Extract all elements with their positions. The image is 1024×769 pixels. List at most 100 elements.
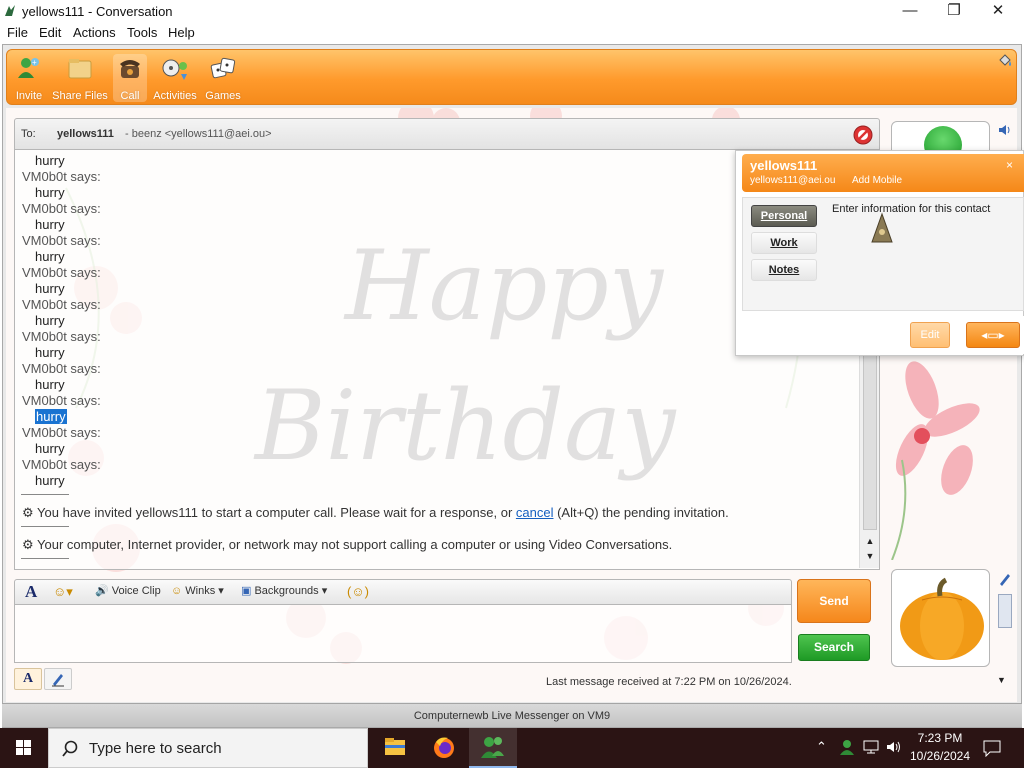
sender-line: VM0b0t says:	[22, 361, 101, 376]
network-notice: ⚙ Your computer, Internet provider, or n…	[22, 537, 673, 552]
folder-icon	[68, 59, 92, 79]
message-input[interactable]	[14, 605, 792, 663]
contact-email: yellows111@aei.ou	[750, 175, 836, 186]
taskbar: Type here to search ⌃ 7:23 PM 10/26/2024	[0, 728, 1024, 768]
firefox-icon[interactable]	[420, 728, 468, 768]
sender-line: VM0b0t says:	[22, 169, 101, 184]
messenger-tray-icon[interactable]	[838, 738, 856, 756]
phone-icon	[120, 60, 140, 78]
sender-line: VM0b0t says:	[22, 201, 101, 216]
status-bar: Computernewb Live Messenger on VM9	[2, 703, 1022, 727]
voice-clip-icon: 🔊	[95, 585, 109, 597]
cancel-link[interactable]: cancel	[516, 505, 554, 520]
backgrounds-icon: ▣	[241, 585, 252, 597]
maximize-button[interactable]: ❐	[932, 0, 976, 22]
volume-icon[interactable]	[885, 739, 903, 755]
clock-time[interactable]: 7:23 PM	[912, 731, 968, 745]
menu-file[interactable]: File	[7, 25, 28, 40]
my-display-picture[interactable]	[891, 569, 990, 667]
menu-help[interactable]: Help	[168, 25, 195, 40]
share-files-button[interactable]: Share Files	[51, 54, 109, 102]
separator	[21, 526, 69, 527]
nudge-button[interactable]: (☺)	[347, 584, 369, 599]
activities-icon	[162, 59, 187, 80]
sender-line: VM0b0t says:	[22, 393, 101, 408]
contact-name: yellows111	[750, 158, 818, 173]
menu-tools[interactable]: Tools	[127, 25, 157, 40]
watermark-birthday: Birthday	[255, 370, 676, 482]
tab-work[interactable]: Work	[751, 232, 817, 254]
separator	[21, 558, 69, 559]
window-title: yellows111 - Conversation	[22, 4, 173, 19]
games-icon	[210, 57, 236, 79]
messenger-icon	[481, 737, 504, 758]
scroll-up-arrow[interactable]: ▲	[863, 536, 877, 548]
title-bar: yellows111 - Conversation — ❐ ✕	[0, 0, 1024, 22]
font-tab[interactable]: A	[14, 668, 42, 690]
add-mobile-link[interactable]: Add Mobile	[852, 175, 902, 186]
message-text: hurry	[35, 281, 65, 296]
edit-contact-button[interactable]: Edit	[910, 322, 950, 348]
winks-button[interactable]: ☺ Winks ▾	[171, 584, 224, 597]
voice-clip-button[interactable]: 🔊 Voice Clip	[95, 584, 161, 597]
file-explorer-icon[interactable]	[371, 728, 419, 768]
watermark-happy: Happy	[345, 230, 664, 342]
recipient-name[interactable]: yellows111	[57, 128, 114, 140]
last-message-info: Last message received at 7:22 PM on 10/2…	[546, 676, 792, 688]
block-icon[interactable]	[853, 125, 873, 145]
sender-line: VM0b0t says:	[22, 265, 101, 280]
recipient-detail: - beenz <yellows111@aei.ou>	[125, 128, 272, 140]
games-button[interactable]: Games	[203, 54, 243, 102]
main-toolbar: + Invite Share Files Call Activities Gam…	[6, 49, 1017, 105]
network-icon[interactable]	[862, 739, 880, 755]
minimize-button[interactable]: —	[888, 0, 932, 22]
info-icon: ⚙	[22, 537, 34, 552]
invite-button[interactable]: + Invite	[11, 54, 47, 102]
windows-start-icon[interactable]	[0, 728, 48, 768]
backgrounds-button[interactable]: ▣ Backgrounds ▾	[241, 584, 327, 597]
recipient-bar: To: yellows111 - beenz <yellows111@aei.o…	[14, 118, 880, 150]
call-button[interactable]: Call	[113, 54, 147, 102]
tab-personal[interactable]: Personal	[751, 205, 817, 227]
search-placeholder: Type here to search	[89, 740, 222, 757]
tab-notes[interactable]: Notes	[751, 259, 817, 281]
message-text: hurry	[35, 473, 65, 488]
message-text: hurry	[35, 377, 65, 392]
handwriting-tab[interactable]	[44, 668, 72, 690]
font-button[interactable]: A	[25, 582, 37, 602]
emoticon-button[interactable]: ☺▾	[53, 584, 73, 600]
search-button[interactable]: Search	[798, 634, 870, 661]
notifications-icon[interactable]	[982, 739, 1002, 757]
wink-icon: ☺	[171, 585, 183, 597]
message-text: hurry	[35, 313, 65, 328]
close-button[interactable]: ✕	[976, 0, 1020, 22]
taskbar-search[interactable]: Type here to search	[48, 728, 368, 768]
paint-bucket-icon[interactable]	[997, 53, 1013, 69]
messenger-taskbar-button[interactable]	[469, 728, 517, 768]
scroll-down-arrow[interactable]: ▼	[997, 675, 1006, 685]
message-text: hurry	[35, 185, 65, 200]
tray-chevron-icon[interactable]: ⌃	[816, 739, 827, 755]
expand-card-button[interactable]: ◂▭▸	[966, 322, 1020, 348]
message-text: hurry	[35, 153, 65, 168]
send-button[interactable]: Send	[797, 579, 871, 623]
edit-icon[interactable]	[997, 571, 1013, 587]
clock-date[interactable]: 10/26/2024	[904, 749, 976, 763]
sender-line: VM0b0t says:	[22, 329, 101, 344]
menu-actions[interactable]: Actions	[73, 25, 116, 40]
message-text: hurry	[35, 217, 65, 232]
speaker-icon[interactable]	[997, 122, 1013, 138]
separator	[21, 494, 69, 495]
activities-button[interactable]: Activities	[151, 54, 199, 102]
close-card-button[interactable]: ×	[1006, 158, 1013, 172]
zoom-slider[interactable]	[998, 594, 1012, 628]
sender-line: VM0b0t says:	[22, 233, 101, 248]
pumpkin-picture	[900, 577, 984, 660]
menu-edit[interactable]: Edit	[39, 25, 61, 40]
message-text: hurry	[35, 345, 65, 360]
selected-text: hurry	[35, 409, 67, 424]
scroll-down-arrow[interactable]: ▼	[863, 551, 877, 563]
message-text: hurry	[35, 409, 67, 424]
compose-toolbar: A ☺▾ 🔊 Voice Clip ☺ Winks ▾ ▣ Background…	[14, 579, 792, 605]
messenger-app-icon	[5, 5, 15, 16]
